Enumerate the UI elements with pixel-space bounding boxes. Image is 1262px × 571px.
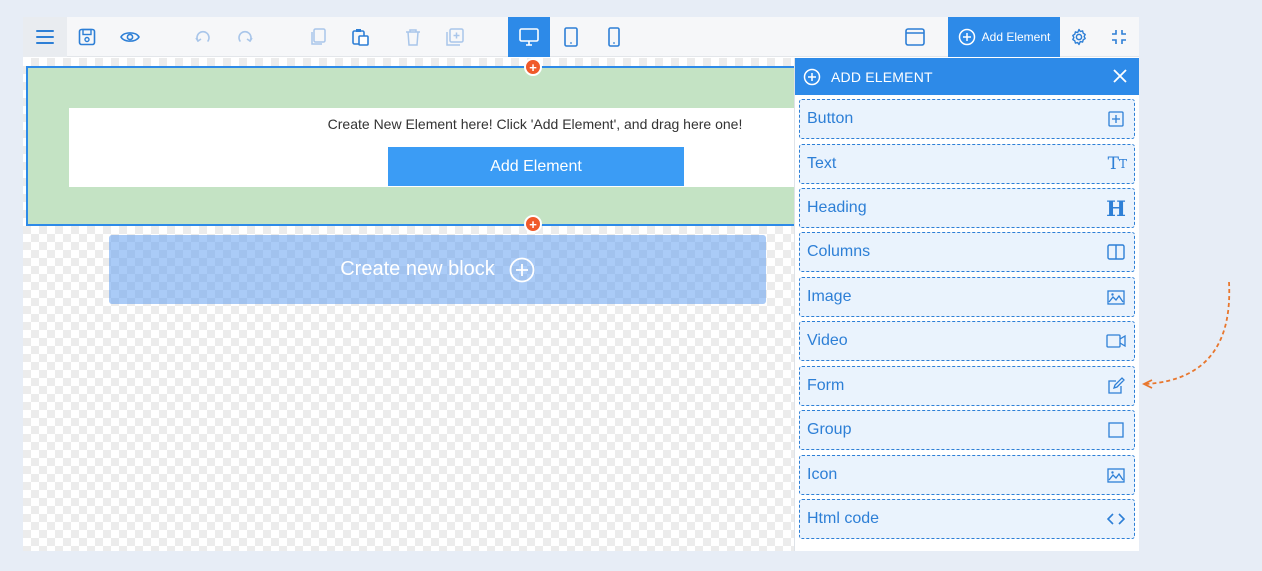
settings-button[interactable]	[1068, 17, 1090, 57]
element-item-columns[interactable]: Columns	[799, 232, 1135, 272]
element-item-label: Video	[807, 332, 848, 349]
panel-header: ADD ELEMENT	[795, 58, 1139, 95]
desktop-view-button[interactable]	[508, 17, 550, 57]
element-item-label: Columns	[807, 243, 871, 260]
element-item-label: Html code	[807, 510, 880, 527]
add-circle-icon	[958, 28, 975, 46]
delete-button[interactable]	[401, 17, 425, 57]
duplicate-icon	[446, 28, 464, 46]
image-icon	[1107, 289, 1125, 305]
element-item-group[interactable]: Group	[799, 410, 1135, 450]
toolbar: Add Element	[23, 17, 1139, 57]
group-square-icon	[1108, 422, 1124, 438]
add-element-toolbar-label: Add Element	[981, 30, 1051, 44]
element-item-label: Form	[807, 377, 845, 394]
button-plus-icon	[1108, 111, 1124, 127]
element-item-label: Image	[807, 288, 852, 305]
pointer-arrow	[1141, 281, 1231, 389]
undo-icon	[195, 30, 210, 43]
add-element-toolbar-button[interactable]: Add Element	[948, 17, 1060, 57]
preview-button[interactable]	[115, 17, 145, 57]
element-item-label: Button	[807, 110, 854, 127]
create-new-block-button[interactable]: Create new block	[109, 235, 766, 304]
fullwidth-button[interactable]	[903, 17, 927, 57]
element-item-heading[interactable]: Heading H	[799, 188, 1135, 228]
panel-title: ADD ELEMENT	[831, 68, 933, 85]
section-block[interactable]: Create New Element here! Click 'Add Elem…	[26, 66, 829, 226]
mobile-icon	[608, 27, 620, 47]
menu-button[interactable]	[23, 17, 67, 57]
icon-image-icon	[1107, 467, 1125, 483]
save-icon	[78, 28, 96, 46]
insert-below-marker[interactable]: +	[524, 215, 542, 233]
collapse-icon	[1112, 30, 1126, 44]
plus-icon: +	[529, 216, 537, 232]
collapse-button[interactable]	[1108, 17, 1130, 57]
element-item-icon[interactable]: Icon	[799, 455, 1135, 495]
plus-icon: +	[529, 59, 537, 75]
element-item-label: Heading	[807, 199, 867, 216]
preview-icon	[120, 32, 140, 42]
element-item-image[interactable]: Image	[799, 277, 1135, 317]
element-item-button[interactable]: Button	[799, 99, 1135, 139]
element-item-form[interactable]: Form	[799, 366, 1135, 406]
heading-icon: H	[1106, 195, 1126, 221]
columns-icon	[1107, 244, 1125, 260]
element-item-text[interactable]: Text TT	[799, 144, 1135, 184]
plus-circle-icon	[509, 257, 535, 282]
copy-icon	[311, 28, 326, 45]
insert-above-marker[interactable]: +	[524, 58, 542, 76]
form-edit-icon	[1108, 377, 1125, 394]
page-builder-app: Add Element Create New Element here! Cli…	[23, 17, 1139, 551]
add-element-panel: ADD ELEMENT Button Text TT Heading H Col…	[794, 58, 1139, 551]
save-button[interactable]	[73, 17, 101, 57]
add-element-button[interactable]: Add Element	[388, 147, 684, 186]
create-new-block-label: Create new block	[340, 258, 495, 280]
paste-icon	[352, 29, 369, 46]
editor-canvas[interactable]: Create New Element here! Click 'Add Elem…	[23, 58, 829, 551]
settings-icon	[1072, 28, 1086, 46]
redo-button[interactable]	[232, 17, 258, 57]
code-icon	[1107, 513, 1125, 525]
text-icon: TT	[1107, 154, 1127, 174]
tablet-icon	[564, 27, 578, 47]
element-item-html-code[interactable]: Html code	[799, 499, 1135, 539]
element-item-video[interactable]: Video	[799, 321, 1135, 361]
desktop-icon	[519, 28, 539, 46]
copy-button[interactable]	[305, 17, 331, 57]
add-circle-icon	[803, 68, 821, 85]
close-icon[interactable]	[1112, 68, 1128, 84]
fullwidth-icon	[905, 28, 925, 46]
mobile-view-button[interactable]	[603, 17, 625, 57]
element-item-label: Group	[807, 421, 852, 438]
duplicate-button[interactable]	[442, 17, 468, 57]
drop-zone[interactable]: Create New Element here! Click 'Add Elem…	[69, 108, 829, 187]
element-item-label: Icon	[807, 466, 838, 483]
tablet-view-button[interactable]	[559, 17, 583, 57]
element-item-label: Text	[807, 155, 837, 172]
paste-button[interactable]	[347, 17, 373, 57]
menu-icon	[36, 30, 54, 44]
undo-button[interactable]	[190, 17, 216, 57]
redo-icon	[238, 30, 253, 43]
delete-icon	[406, 29, 420, 46]
video-icon	[1106, 334, 1126, 348]
